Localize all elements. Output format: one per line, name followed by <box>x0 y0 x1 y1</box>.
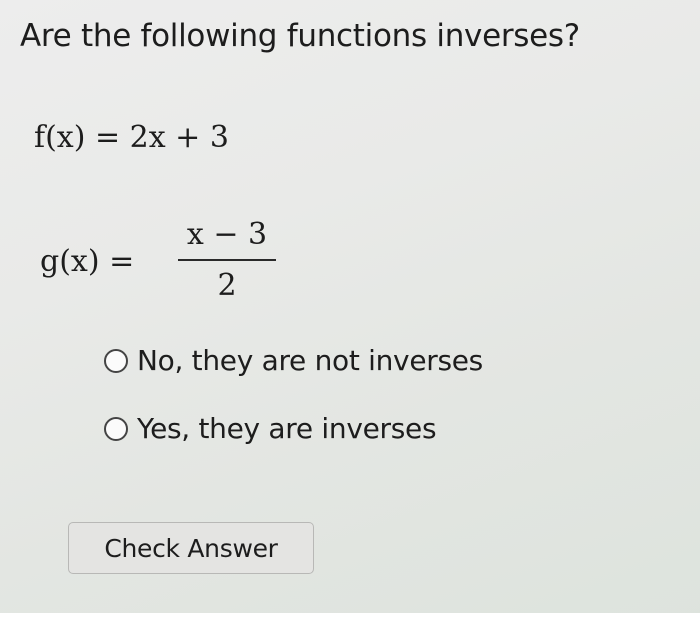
check-answer-button[interactable]: Check Answer <box>68 522 314 574</box>
option-no-label: No, they are not inverses <box>137 344 483 377</box>
radio-button-yes[interactable] <box>104 416 128 441</box>
function-g-fraction: x − 3 2 <box>178 216 276 305</box>
question-text: Are the following functions inverses? <box>20 18 580 54</box>
function-g-lhs: g(x) = <box>40 244 135 279</box>
fraction-denominator: 2 <box>217 268 237 303</box>
option-no[interactable]: No, they are not inverses <box>104 344 483 377</box>
bottom-strip <box>0 613 700 627</box>
function-f: f(x) = 2x + 3 <box>34 120 229 155</box>
fraction-bar <box>178 259 276 261</box>
radio-button-no[interactable] <box>104 348 128 373</box>
option-yes-label: Yes, they are inverses <box>137 412 437 445</box>
fraction-numerator: x − 3 <box>186 217 268 252</box>
option-yes[interactable]: Yes, they are inverses <box>104 412 437 445</box>
